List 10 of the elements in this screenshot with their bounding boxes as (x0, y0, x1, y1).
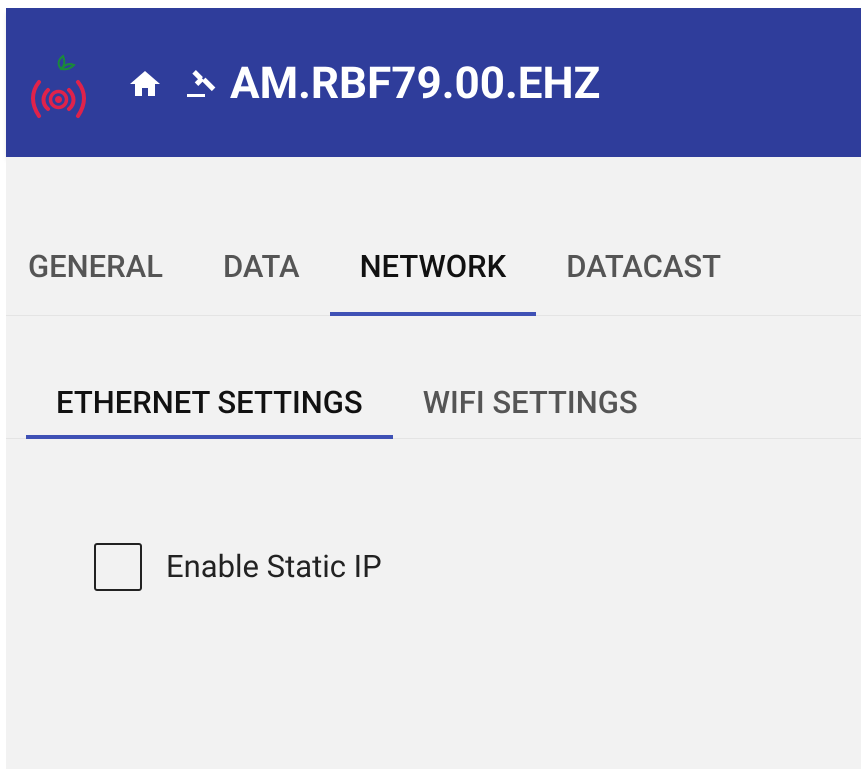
tab[interactable]: NETWORK (330, 221, 536, 316)
tab[interactable]: DATACAST (536, 221, 752, 316)
checkbox[interactable] (94, 543, 142, 591)
checkbox-label: Enable Static IP (166, 546, 382, 587)
home-icon[interactable] (129, 68, 161, 96)
station-title: AM.RBF79.00.EHZ (230, 60, 600, 104)
tab[interactable]: DATA (192, 221, 330, 316)
tab[interactable]: WIFI SETTINGS (392, 377, 668, 439)
tab[interactable]: ETHERNET SETTINGS (26, 377, 393, 439)
tab[interactable]: GENERAL (6, 221, 193, 316)
